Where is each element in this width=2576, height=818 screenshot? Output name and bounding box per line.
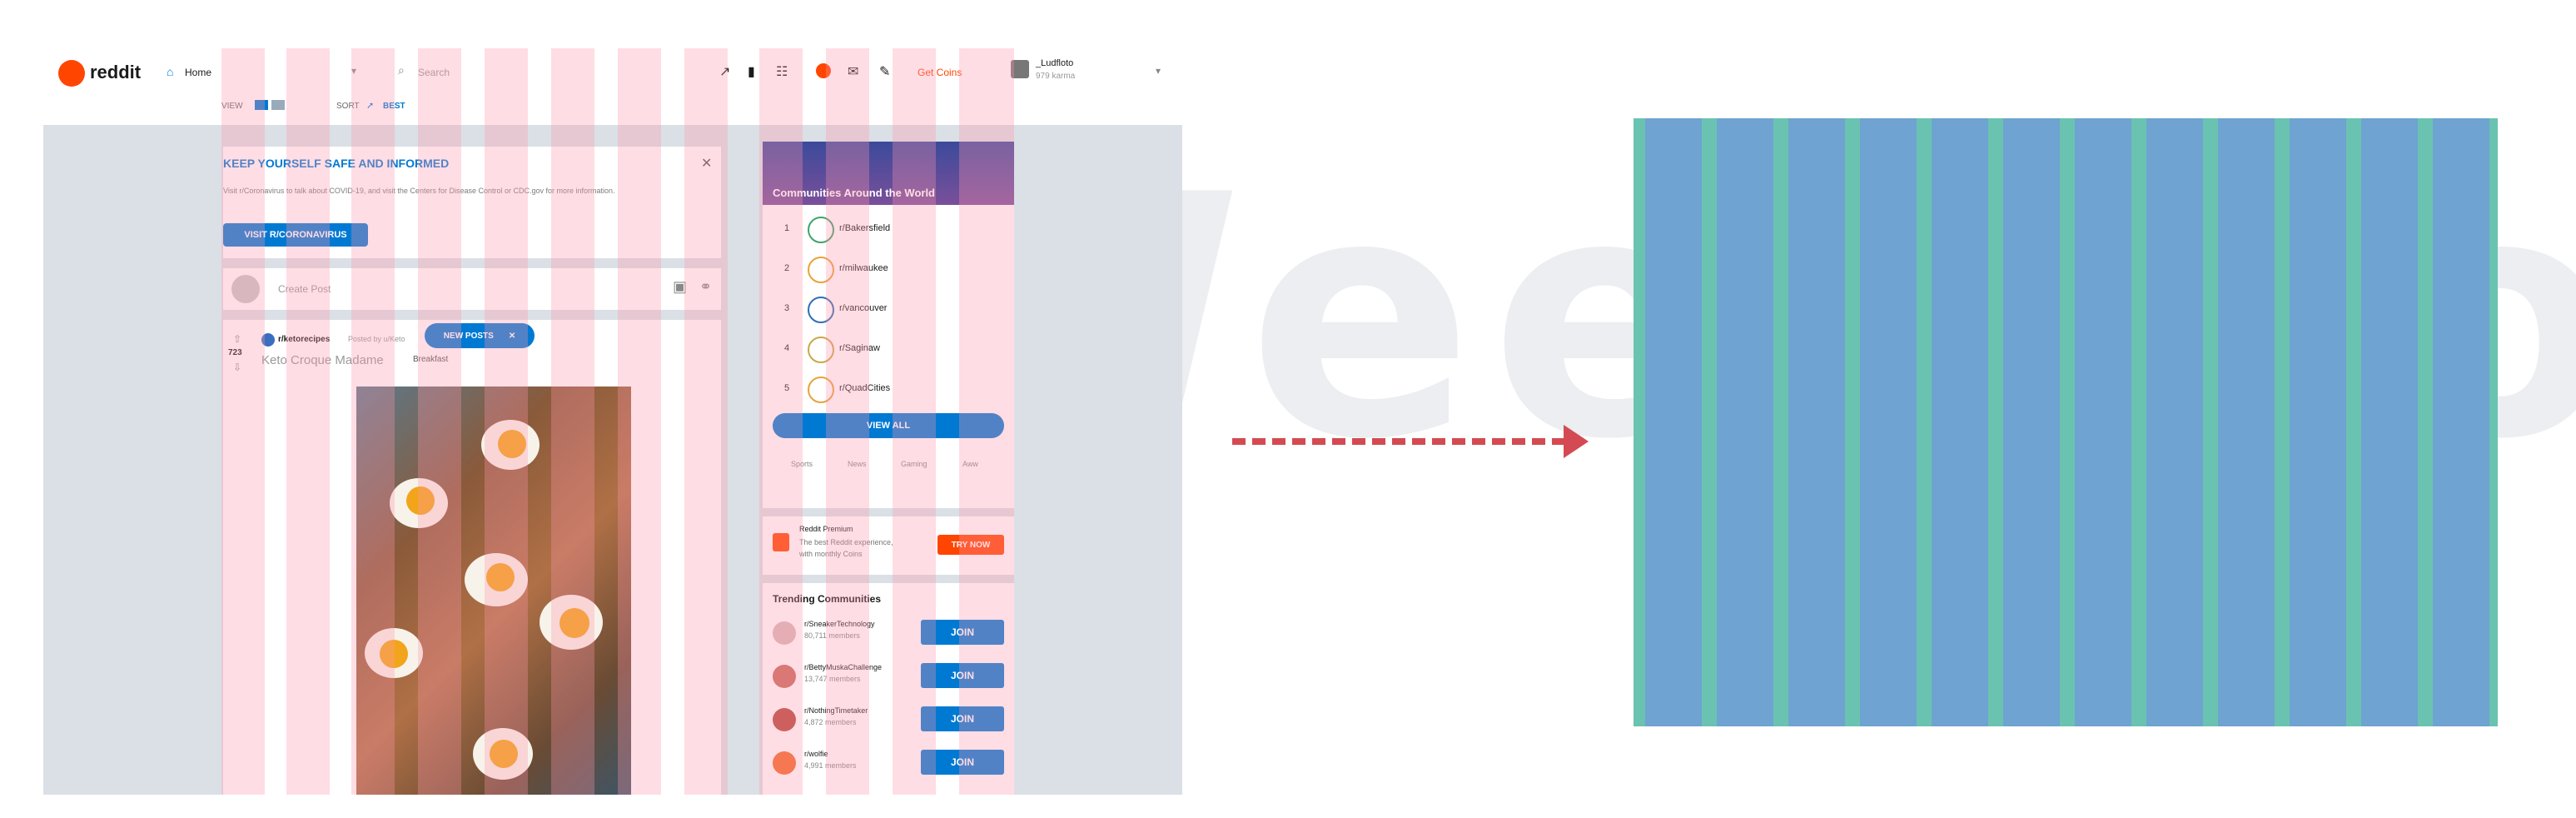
- grid-overlay-column: [759, 48, 803, 795]
- pencil-icon[interactable]: ✎: [879, 63, 890, 80]
- grid-column: [1860, 118, 1917, 726]
- grid-column: [2290, 118, 2346, 726]
- stats-icon[interactable]: ▮: [748, 63, 755, 80]
- brand-name: reddit: [90, 62, 142, 82]
- trending-name[interactable]: r/wolfie: [804, 750, 828, 758]
- grid-overlay-column: [351, 48, 395, 795]
- reddit-screenshot: reddit ⌂ Home ▾ ⌕ Search ↗ ▮ ☷ ✉ ✎ Get C…: [43, 48, 1182, 795]
- grid-column: [2218, 118, 2275, 726]
- username: _Ludfloto: [1036, 58, 1074, 68]
- grid-overlay-column: [286, 48, 330, 795]
- grid-column: [2433, 118, 2489, 726]
- grid-overlay-column: [418, 48, 461, 795]
- grid-overlay-column: [221, 48, 265, 795]
- grid-overlay-column: [485, 48, 528, 795]
- user-menu-chevron-icon[interactable]: ▾: [1156, 65, 1161, 77]
- dashed-arrow-line: [1232, 438, 1565, 445]
- grid-column: [1788, 118, 1845, 726]
- search-icon: ⌕: [398, 63, 405, 77]
- arrow-head-icon: [1564, 425, 1589, 458]
- grid-column: [1932, 118, 1988, 726]
- grid-column: [2146, 118, 2203, 726]
- grid-overlay-column: [618, 48, 661, 795]
- grid-column: [1645, 118, 1702, 726]
- grid-column: [2361, 118, 2418, 726]
- home-icon: ⌂: [167, 65, 174, 78]
- reddit-logo[interactable]: [58, 60, 85, 91]
- grid-overlay-column: [551, 48, 594, 795]
- grid-column: [2075, 118, 2131, 726]
- grid-overlay-column: [684, 48, 728, 795]
- grid-overlay-column: [826, 48, 869, 795]
- grid-overlay-column: [959, 48, 1014, 795]
- karma-count: 979 karma: [1036, 72, 1076, 81]
- home-dropdown[interactable]: Home: [185, 67, 211, 78]
- grid-overlay-column: [893, 48, 936, 795]
- grid-column: [1717, 118, 1773, 726]
- grid-column: [2003, 118, 2060, 726]
- classic-view-icon[interactable]: [271, 100, 285, 110]
- twelve-column-grid-diagram: [1634, 118, 2498, 726]
- reddit-alien-icon: [58, 60, 85, 87]
